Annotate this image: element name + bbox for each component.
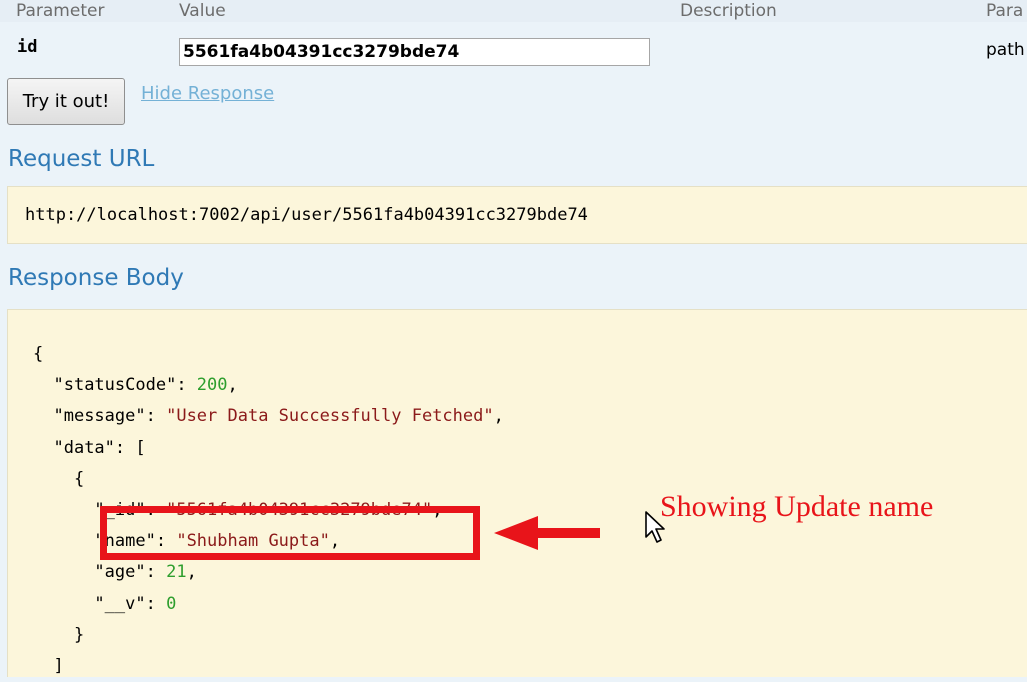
json-line: "message": "User Data Successfully Fetch… <box>53 406 504 427</box>
json-line: "age": 21, <box>94 562 197 583</box>
json-line: { <box>33 344 44 364</box>
header-parameter-type: Para <box>986 1 1024 21</box>
parameter-name: id <box>17 37 38 57</box>
request-url-text: http://localhost:7002/api/user/5561fa4b0… <box>25 205 588 225</box>
json-line: } <box>33 624 85 645</box>
request-url-title: Request URL <box>8 146 155 172</box>
request-url-box: http://localhost:7002/api/user/5561fa4b0… <box>7 186 1027 244</box>
parameters-table-header: Parameter Value Description Para <box>0 0 1027 22</box>
mouse-cursor-icon <box>645 511 665 543</box>
name-highlight-box <box>100 506 480 560</box>
header-description: Description <box>680 1 777 21</box>
hide-response-link[interactable]: Hide Response <box>141 83 274 104</box>
json-line: "__v": 0 <box>94 593 177 614</box>
id-value-input[interactable] <box>179 38 650 66</box>
annotation-text: Showing Update name <box>660 490 934 523</box>
try-it-out-button[interactable]: Try it out! <box>7 78 125 125</box>
response-body-title: Response Body <box>8 265 184 291</box>
json-line: { <box>33 468 85 489</box>
arrow-left-icon <box>494 516 600 550</box>
json-line: "data": [ <box>53 437 146 458</box>
parameter-type: path <box>986 40 1025 60</box>
json-line: ] <box>33 656 64 677</box>
header-parameter: Parameter <box>16 1 105 21</box>
header-value: Value <box>179 1 226 21</box>
json-line: "statusCode": 200, <box>53 375 238 396</box>
